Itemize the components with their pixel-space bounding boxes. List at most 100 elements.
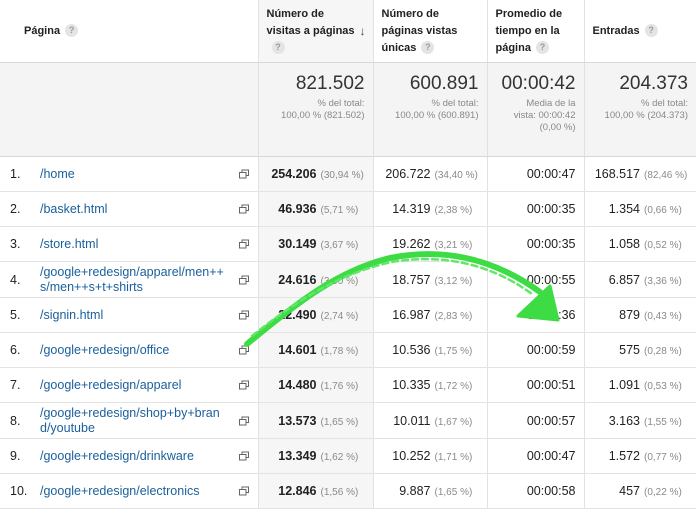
avg-time-cell: 00:00:59	[487, 332, 585, 368]
page-cell: 1. /home	[0, 156, 259, 192]
unique-pageviews-cell: 10.252 (1,71 %)	[373, 438, 488, 474]
avg-time-value: 00:00:35	[526, 202, 576, 216]
avg-time-cell: 00:00:51	[487, 367, 585, 403]
table-row: 8. /google+redesign/shop+by+brand/youtub…	[0, 402, 696, 439]
open-in-new-window-icon[interactable]	[238, 310, 249, 320]
page-cell: 3. /store.html	[0, 226, 259, 262]
pageviews-percent: (5,71 %)	[320, 205, 359, 216]
total-value: 600.891	[409, 73, 479, 94]
entrances-value: 1.572	[608, 449, 640, 463]
unique-pageviews-cell: 10.536 (1,75 %)	[373, 332, 488, 368]
total-subtext: 100,00 % (204.373)	[604, 110, 688, 121]
unique-value: 14.319	[392, 202, 431, 216]
pageviews-cell: 22.490 (2,74 %)	[258, 297, 374, 333]
entrances-percent: (0,77 %)	[644, 452, 682, 463]
avg-time-value: 00:00:55	[526, 272, 576, 287]
entrances-cell: 6.857 (3,36 %)	[584, 261, 696, 298]
entrances-cell: 3.163 (1,55 %)	[584, 402, 696, 439]
unique-percent: (3,12 %)	[434, 275, 473, 287]
page-cell: 6. /google+redesign/office	[0, 332, 259, 368]
header-pageviews[interactable]: Número de visitas a páginas? ↓	[258, 0, 374, 63]
header-pageviews-label: Número de visitas a páginas	[266, 7, 355, 37]
entrances-percent: (0,22 %)	[644, 487, 682, 498]
pageviews-percent: (30,94 %)	[320, 170, 364, 181]
total-subtext: (0,00 %)	[539, 122, 576, 133]
open-in-new-window-icon[interactable]	[238, 239, 249, 249]
table-row: 4. /google+redesign/apparel/men++s/men++…	[0, 261, 696, 298]
header-unique-pageviews[interactable]: Número de páginas vistas únicas?	[373, 0, 488, 63]
unique-percent: (34,40 %)	[434, 170, 478, 181]
total-subtext: Media de la	[526, 98, 576, 109]
page-link[interactable]: /google+redesign/electronics	[40, 484, 230, 499]
avg-time-cell: 00:00:36	[487, 297, 585, 333]
total-subtext: vista: 00:00:42	[513, 110, 576, 121]
page-link[interactable]: /google+redesign/apparel/men++s/men++s+t…	[40, 265, 230, 295]
pageviews-percent: (1,56 %)	[320, 487, 359, 498]
unique-percent: (2,38 %)	[434, 205, 473, 216]
header-avg-time[interactable]: Promedio de tiempo en la página?	[487, 0, 585, 63]
help-icon[interactable]: ?	[65, 24, 79, 38]
help-icon[interactable]: ?	[644, 24, 658, 38]
pageviews-cell: 14.480 (1,76 %)	[258, 367, 374, 403]
totals-row: 821.502 % del total: 100,00 % (821.502) …	[0, 62, 696, 157]
unique-percent: (2,83 %)	[434, 311, 473, 322]
open-in-new-window-icon[interactable]	[238, 275, 249, 284]
avg-time-value: 00:00:59	[526, 343, 576, 357]
page-link[interactable]: /signin.html	[40, 308, 230, 323]
page-link[interactable]: /google+redesign/apparel	[40, 378, 230, 393]
total-subtext: 100,00 % (821.502)	[281, 110, 365, 121]
page-link[interactable]: /google+redesign/office	[40, 343, 230, 358]
open-in-new-window-icon[interactable]	[238, 451, 249, 461]
pageviews-cell: 254.206 (30,94 %)	[258, 156, 374, 192]
page-link[interactable]: /home	[40, 167, 230, 182]
help-icon[interactable]: ?	[271, 41, 285, 55]
page-cell: 5. /signin.html	[0, 297, 259, 333]
open-in-new-window-icon[interactable]	[238, 169, 249, 179]
pageviews-percent: (1,65 %)	[320, 416, 359, 428]
table-row: 1. /home 254.206 (30,94 %) 206.722 (34,40 …	[0, 156, 696, 192]
unique-value: 206.722	[385, 167, 431, 181]
open-in-new-window-icon[interactable]	[238, 380, 249, 390]
pageviews-value: 13.573	[278, 413, 317, 428]
sort-descending-icon[interactable]: ↓	[360, 23, 366, 40]
open-in-new-window-icon[interactable]	[238, 486, 249, 496]
page-link[interactable]: /google+redesign/drinkware	[40, 449, 230, 464]
row-rank: 6.	[10, 343, 21, 357]
entrances-percent: (82,46 %)	[644, 170, 688, 181]
header-page[interactable]: Página?	[0, 0, 259, 63]
page-link[interactable]: /store.html	[40, 237, 230, 252]
entrances-cell: 1.354 (0,66 %)	[584, 191, 696, 227]
total-subtext: % del total:	[431, 98, 479, 109]
pageviews-percent: (3,67 %)	[320, 240, 359, 251]
entrances-percent: (0,66 %)	[644, 205, 682, 216]
page-link[interactable]: /google+redesign/shop+by+brand/youtube	[40, 406, 230, 436]
entrances-value: 1.058	[608, 237, 640, 251]
table-row: 5. /signin.html 22.490 (2,74 %) 16.987 (2,…	[0, 297, 696, 333]
avg-time-cell: 00:00:47	[487, 156, 585, 192]
unique-value: 16.987	[392, 308, 431, 322]
pageviews-percent: (2,74 %)	[320, 311, 359, 322]
help-icon[interactable]: ?	[535, 41, 549, 55]
pageviews-percent: (1,76 %)	[320, 381, 359, 392]
header-entrances[interactable]: Entradas?	[584, 0, 696, 63]
total-subtext: % del total:	[317, 98, 365, 109]
open-in-new-window-icon[interactable]	[238, 345, 249, 355]
help-icon[interactable]: ?	[421, 41, 435, 55]
total-entrances: 204.373 % del total: 100,00 % (204.373)	[584, 62, 696, 157]
entrances-cell: 1.572 (0,77 %)	[584, 438, 696, 474]
page-link[interactable]: /basket.html	[40, 202, 230, 217]
total-subtext: 100,00 % (600.891)	[395, 110, 479, 121]
pageviews-value: 13.349	[278, 449, 317, 463]
row-rank: 8.	[10, 413, 21, 428]
open-in-new-window-icon[interactable]	[238, 204, 249, 214]
avg-time-value: 00:00:57	[526, 413, 576, 428]
header-entrances-label: Entradas	[592, 24, 640, 37]
total-unique-pageviews: 600.891 % del total: 100,00 % (600.891)	[373, 62, 488, 157]
entrances-percent: (1,55 %)	[644, 416, 682, 428]
pageviews-value: 46.936	[278, 202, 317, 216]
table-row: 3. /store.html 30.149 (3,67 %) 19.262 (3,2…	[0, 226, 696, 262]
total-subtext: % del total:	[641, 98, 688, 109]
entrances-percent: (0,43 %)	[644, 311, 682, 322]
open-in-new-window-icon[interactable]	[238, 416, 249, 425]
entrances-value: 3.163	[608, 413, 640, 428]
